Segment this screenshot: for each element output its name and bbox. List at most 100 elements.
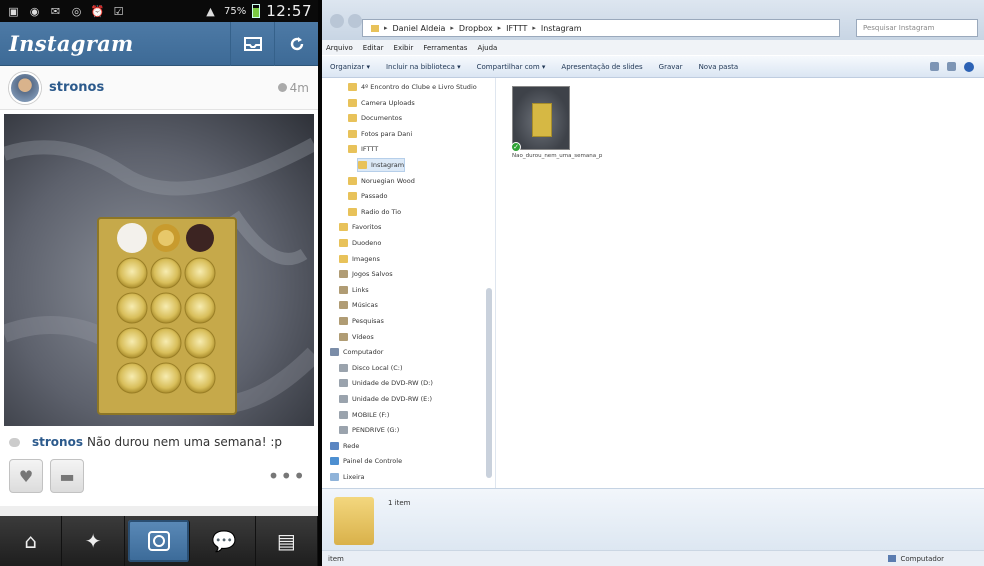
help-icon[interactable] xyxy=(964,61,974,72)
tab-explore[interactable]: ✦ xyxy=(62,516,125,566)
nav-item[interactable]: Disco Local (C:) xyxy=(339,361,403,375)
nav-item[interactable]: Instagram xyxy=(357,158,406,172)
nav-item[interactable]: Unidade de DVD-RW (E:) xyxy=(339,392,432,406)
post-time-text: 4m xyxy=(289,80,309,95)
comment-icon: ▬ xyxy=(59,466,75,486)
forward-button[interactable] xyxy=(348,14,362,28)
comment-button[interactable]: ▬ xyxy=(50,459,84,493)
address-bar[interactable]: ▸ Daniel Aldeia ▸ Dropbox ▸ IFTTT ▸ Inst… xyxy=(362,19,840,37)
nav-item[interactable]: Painel de Controle xyxy=(330,454,402,468)
nav-item[interactable]: IFTTT xyxy=(348,142,378,156)
new-folder-button[interactable]: Nova pasta xyxy=(699,63,739,71)
tray-cup xyxy=(116,257,148,289)
nav-item-label: PENDRIVE (G:) xyxy=(352,426,400,435)
breadcrumb-0[interactable]: Daniel Aldeia xyxy=(393,24,446,33)
lib-icon xyxy=(339,317,348,325)
file-item[interactable]: ✓ Nao_durou_nem_uma_semana_p xyxy=(511,86,602,186)
preview-pane-icon[interactable] xyxy=(947,61,956,71)
refresh-icon xyxy=(290,37,303,51)
nav-item[interactable]: Vídeos xyxy=(339,330,374,344)
nav-item[interactable]: Links xyxy=(339,283,369,297)
nav-item[interactable]: Computador xyxy=(330,345,383,359)
nav-item[interactable]: Músicas xyxy=(339,298,378,312)
nav-item[interactable]: Fotos para Dani xyxy=(348,127,412,141)
nav-item[interactable]: Imagens xyxy=(339,252,380,266)
tab-news[interactable]: 💬 xyxy=(193,516,256,566)
tab-home[interactable]: ⌂ xyxy=(0,516,63,566)
caption-text: Não durou nem uma semana! :p xyxy=(86,435,283,449)
burn-button[interactable]: Gravar xyxy=(659,63,683,71)
more-options-button[interactable]: ••• xyxy=(268,464,306,488)
folder-icon xyxy=(348,192,357,201)
nav-scrollbar[interactable] xyxy=(486,288,492,478)
file-explorer-window: ▸ Daniel Aldeia ▸ Dropbox ▸ IFTTT ▸ Inst… xyxy=(322,0,984,566)
comp-icon xyxy=(330,348,339,357)
tray-cup xyxy=(184,257,216,289)
nav-item-label: Músicas xyxy=(352,301,378,310)
nav-item[interactable]: MOBILE (F:) xyxy=(339,408,389,422)
nav-item[interactable]: 4º Encontro do Clube e Livro Studio xyxy=(348,80,477,94)
nav-item[interactable]: Rede xyxy=(330,439,359,453)
nav-item-label: Camera Uploads xyxy=(361,98,415,107)
menu-ferramentas[interactable]: Ferramentas xyxy=(423,44,467,52)
nav-item[interactable]: Lixeira xyxy=(330,470,365,484)
menu-exibir[interactable]: Exibir xyxy=(394,44,414,52)
folder-icon xyxy=(348,207,357,216)
tray-cup xyxy=(150,327,182,359)
back-button[interactable] xyxy=(330,14,344,28)
lib-icon xyxy=(339,332,348,341)
post-photo[interactable] xyxy=(4,114,314,426)
nav-item-label: Radio do Tio xyxy=(361,207,402,216)
post-username[interactable]: stronos xyxy=(49,80,104,95)
status-bar: ▣ ◉ ✉ ◎ ⏰ ☑ ▲ 75% 12:57 xyxy=(0,0,318,22)
view-options-icon[interactable] xyxy=(930,61,939,71)
inbox-button[interactable] xyxy=(230,22,274,66)
nav-item[interactable]: Jogos Salvos xyxy=(339,267,393,281)
nav-item-label: Rede xyxy=(343,441,360,450)
trash-icon xyxy=(330,473,339,481)
refresh-button[interactable] xyxy=(274,22,318,66)
avatar[interactable] xyxy=(9,71,41,104)
post-header: stronos 4m xyxy=(0,66,318,110)
include-library-button[interactable]: Incluir na biblioteca ▾ xyxy=(386,63,461,71)
nav-item[interactable]: Radio do Tio xyxy=(348,205,401,219)
tab-camera[interactable] xyxy=(127,520,191,562)
breadcrumb-3[interactable]: Instagram xyxy=(541,24,582,33)
share-button[interactable]: Compartilhar com ▾ xyxy=(477,63,546,71)
drive-icon xyxy=(339,379,348,388)
nav-item-label: Disco Local (C:) xyxy=(352,363,403,372)
nav-item-label: Unidade de DVD-RW (D:) xyxy=(352,379,433,388)
post-caption: stronos Não durou nem uma semana! :p xyxy=(0,430,318,454)
nav-item[interactable]: Duodeno xyxy=(339,236,381,250)
nav-item-label: Documentos xyxy=(361,114,403,123)
nav-item[interactable]: Unidade de DVD-RW (D:) xyxy=(339,376,433,390)
caption-username[interactable]: stronos xyxy=(32,435,83,449)
nav-item-label: Lixeira xyxy=(343,473,365,481)
lib-icon xyxy=(339,301,348,310)
menu-editar[interactable]: Editar xyxy=(363,44,384,52)
inbox-icon xyxy=(243,37,262,51)
nav-item[interactable]: Passado xyxy=(348,189,387,203)
slideshow-button[interactable]: Apresentação de slides xyxy=(561,63,642,71)
nav-item[interactable]: Noruegian Wood xyxy=(348,174,415,188)
item-count: 1 item xyxy=(388,499,411,507)
breadcrumb-2[interactable]: IFTTT xyxy=(506,24,527,33)
tab-profile[interactable]: ▤ xyxy=(256,516,318,566)
organize-button[interactable]: Organizar ▾ xyxy=(330,63,370,71)
nav-item-label: Favoritos xyxy=(352,223,382,232)
nav-item-label: Links xyxy=(352,285,369,294)
nav-item[interactable]: Favoritos xyxy=(339,220,381,234)
nav-item[interactable]: Camera Uploads xyxy=(348,96,415,110)
nav-item-label: Pesquisas xyxy=(352,317,384,325)
folder-icon xyxy=(339,254,348,263)
search-input[interactable]: Pesquisar Instagram xyxy=(856,19,978,37)
nav-item[interactable]: PENDRIVE (G:) xyxy=(339,423,399,437)
nav-item[interactable]: Documentos xyxy=(348,111,402,125)
breadcrumb-1[interactable]: Dropbox xyxy=(459,24,493,33)
nav-item[interactable]: Pesquisas xyxy=(339,314,384,328)
menu-arquivo[interactable]: Arquivo xyxy=(326,44,353,52)
folder-icon xyxy=(348,114,357,123)
drive-icon xyxy=(339,410,348,419)
like-button[interactable]: ♥ xyxy=(9,459,43,493)
menu-ajuda[interactable]: Ajuda xyxy=(477,44,497,52)
